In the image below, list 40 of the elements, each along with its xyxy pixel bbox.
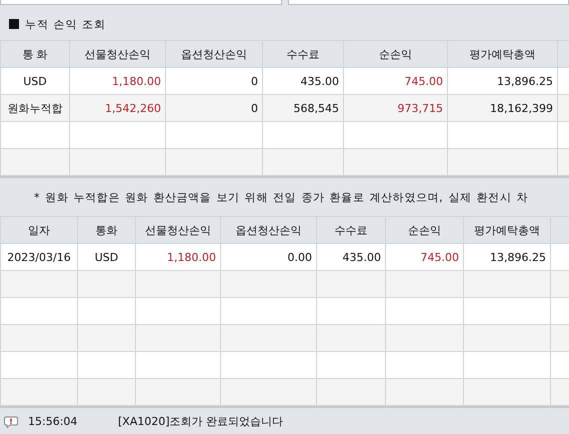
- table-cell: 568,545: [262, 94, 344, 122]
- table-cell: 745.00: [344, 68, 448, 94]
- table-cell: 1,180.00: [136, 244, 220, 270]
- column-header: 평가예탁총액: [464, 216, 550, 244]
- table-cell: 0: [166, 68, 262, 94]
- table-cell: USD: [78, 244, 136, 270]
- note-text: * 원화 누적합은 원화 환산금액을 보기 위해 전일 종가 환율로 계산하였으며, 실제 환전시 차: [34, 190, 528, 204]
- input-field[interactable]: [288, 0, 569, 5]
- table-cell: 2023/03/16: [0, 244, 78, 270]
- column-header: 옵션청산손익: [220, 216, 316, 244]
- column-header: 순손익: [344, 40, 448, 68]
- table-cell: 435.00: [316, 244, 386, 270]
- column-header: 선물청산손익: [136, 216, 220, 244]
- column-header: 평가예탁총액: [448, 40, 558, 68]
- column-header: 수수료: [316, 216, 386, 244]
- section-title: 누적 손익 조회: [25, 16, 106, 32]
- column-header: 통 화: [0, 40, 70, 68]
- table-cell: 0.00: [220, 244, 316, 270]
- status-time: 15:56:04: [28, 415, 78, 428]
- input-field[interactable]: [0, 0, 282, 5]
- table-cell: 원화누적합: [0, 94, 70, 122]
- column-header: 선물청산손익: [70, 40, 166, 68]
- table-cell: 745.00: [386, 244, 464, 270]
- column-header: 옵션청산손익: [166, 40, 262, 68]
- table-cell: 1,542,260: [70, 94, 166, 122]
- table-cell: 973,715: [344, 94, 448, 122]
- status-message: [XA1020]조회가 완료되었습니다: [118, 414, 284, 429]
- alert-icon: [4, 416, 18, 428]
- column-header: 수수료: [262, 40, 344, 68]
- table-cell: 13,896.25: [448, 68, 558, 94]
- table-cell: 0: [166, 94, 262, 122]
- table-cell: USD: [0, 68, 70, 94]
- table-cell: 1,180.00: [70, 68, 166, 94]
- column-header: 일자: [0, 216, 78, 244]
- table-cell: 13,896.25: [464, 244, 550, 270]
- table-cell: 18,162,399: [448, 94, 558, 122]
- column-header: 통화: [78, 216, 136, 244]
- square-icon: [9, 19, 19, 29]
- column-header: 순손익: [386, 216, 464, 244]
- table-cell: 435.00: [262, 68, 344, 94]
